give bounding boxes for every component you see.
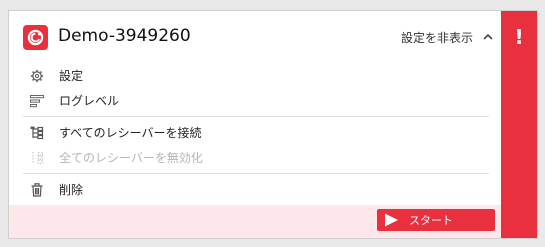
hide-settings-toggle[interactable]: 設定を非表示 (401, 27, 495, 47)
chevron-up-icon (481, 30, 495, 44)
connect-tree-icon (29, 125, 45, 141)
disable-tree-icon (29, 150, 45, 166)
card-footer: スタート (9, 205, 503, 238)
menu-item-delete[interactable]: 削除 (9, 177, 503, 202)
menu-item-label: 削除 (59, 183, 84, 197)
menu-item-label: すべてのレシーバーを接続 (59, 126, 202, 140)
menu-item-label: ログレベル (59, 94, 120, 108)
log-level-icon (29, 93, 45, 109)
menu-divider (23, 173, 489, 174)
start-button[interactable]: スタート (377, 209, 495, 231)
app-logo-icon (23, 25, 48, 50)
settings-menu: 設定 ログレベル すべてのレシーバーを接続 全てのレシーバーを無効化 削除 (9, 63, 503, 202)
menu-item-label: 設定 (59, 69, 84, 83)
menu-item-label: 全てのレシーバーを無効化 (59, 151, 203, 165)
menu-item-log-level[interactable]: ログレベル (9, 88, 503, 113)
device-card: Demo-3949260 設定を非表示 設定 ログレベル すべてのレシーバーを接… (8, 10, 538, 239)
gear-icon (29, 68, 45, 84)
error-status-strip: ! (501, 11, 537, 238)
hide-settings-label: 設定を非表示 (400, 30, 473, 45)
menu-item-settings[interactable]: 設定 (9, 63, 503, 88)
play-icon (383, 212, 399, 228)
menu-item-connect-all-receivers[interactable]: すべてのレシーバーを接続 (9, 120, 503, 145)
start-button-label: スタート (409, 214, 453, 227)
menu-item-disable-all-receivers: 全てのレシーバーを無効化 (9, 145, 503, 170)
trash-icon (29, 182, 45, 198)
menu-divider (23, 116, 489, 117)
card-header: Demo-3949260 設定を非表示 (9, 11, 503, 59)
device-title: Demo-3949260 (58, 26, 191, 46)
error-icon: ! (514, 25, 524, 49)
